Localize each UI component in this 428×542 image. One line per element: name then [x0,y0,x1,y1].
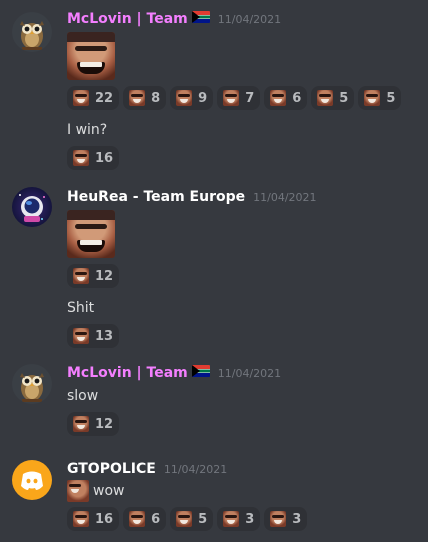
reaction-count: 12 [95,268,114,284]
grin-emoji [129,90,146,106]
south-africa-flag-icon [191,11,210,23]
reaction-count: 16 [95,511,114,527]
reaction-count: 5 [386,90,396,106]
grin-emoji-large [67,32,115,80]
timestamp: 11/04/2021 [217,13,282,26]
reaction[interactable]: 6 [123,507,167,531]
reaction-bar: 16 6 5 3 3 [67,507,308,531]
astronaut-avatar[interactable] [12,187,52,227]
reaction[interactable]: 16 [67,507,120,531]
reaction[interactable]: 6 [264,86,308,110]
grin-emoji [364,90,381,106]
owl-avatar[interactable] [12,12,52,52]
timestamp: 11/04/2021 [217,367,282,380]
reaction[interactable]: 5 [358,86,402,110]
message-text: slow [67,388,99,404]
reaction[interactable]: 5 [311,86,355,110]
reaction[interactable]: 3 [217,507,261,531]
grin-emoji [176,511,193,527]
reaction-count: 5 [339,90,349,106]
reaction-count: 5 [198,511,208,527]
reaction[interactable]: 22 [67,86,120,110]
grin-emoji [223,90,240,106]
reaction-count: 22 [95,90,114,106]
message-text: Shit [67,300,95,316]
reaction-count: 3 [245,511,255,527]
username[interactable]: HeuRea - Team Europe [67,188,245,206]
reaction[interactable]: 7 [217,86,261,110]
message-text: wow [93,483,125,499]
grin-emoji-large [67,210,115,258]
grin-emoji [73,328,89,344]
reaction-bar: 22 8 9 7 6 5 5 [67,86,402,110]
grin-emoji [176,90,193,106]
reaction[interactable]: 12 [67,264,120,288]
owl-avatar[interactable] [12,364,52,404]
grin-emoji [73,150,89,166]
grin-emoji [73,268,89,284]
reaction-count: 6 [292,90,302,106]
message-text: I win? [67,122,108,138]
reaction[interactable]: 5 [170,507,214,531]
grin-emoji [223,511,240,527]
reaction-bar: 13 [67,324,317,348]
reaction[interactable]: 13 [67,324,120,348]
south-africa-flag-icon [191,365,210,377]
reaction[interactable]: 16 [67,146,120,170]
grin-emoji [270,90,287,106]
grin-emoji [73,511,89,527]
reaction-count: 6 [151,511,161,527]
grin-emoji [129,511,146,527]
reaction-count: 3 [292,511,302,527]
grin-emoji [317,90,334,106]
reaction[interactable]: 8 [123,86,167,110]
reaction-count: 8 [151,90,161,106]
reaction-count: 12 [95,416,114,432]
reaction-bar: 12 [67,264,317,288]
grin-emoji [73,90,89,106]
username[interactable]: GTOPOLICE [67,460,156,478]
discord-logo-avatar[interactable] [12,460,52,500]
reaction-bar: 16 [67,146,401,170]
reaction-count: 13 [95,328,114,344]
reaction-count: 16 [95,150,114,166]
username[interactable]: McLovin | Team [67,10,188,28]
username[interactable]: McLovin | Team [67,364,188,382]
reaction[interactable]: 12 [67,412,120,436]
grin-emoji [270,511,287,527]
timestamp: 11/04/2021 [163,463,228,476]
message-text-line: wow [67,480,307,502]
reaction-bar: 12 [67,412,281,436]
reaction[interactable]: 9 [170,86,214,110]
reaction-count: 9 [198,90,208,106]
reaction-count: 7 [245,90,255,106]
grin-emoji [67,480,89,502]
reaction[interactable]: 3 [264,507,308,531]
timestamp: 11/04/2021 [253,191,317,204]
grin-emoji [73,416,89,432]
